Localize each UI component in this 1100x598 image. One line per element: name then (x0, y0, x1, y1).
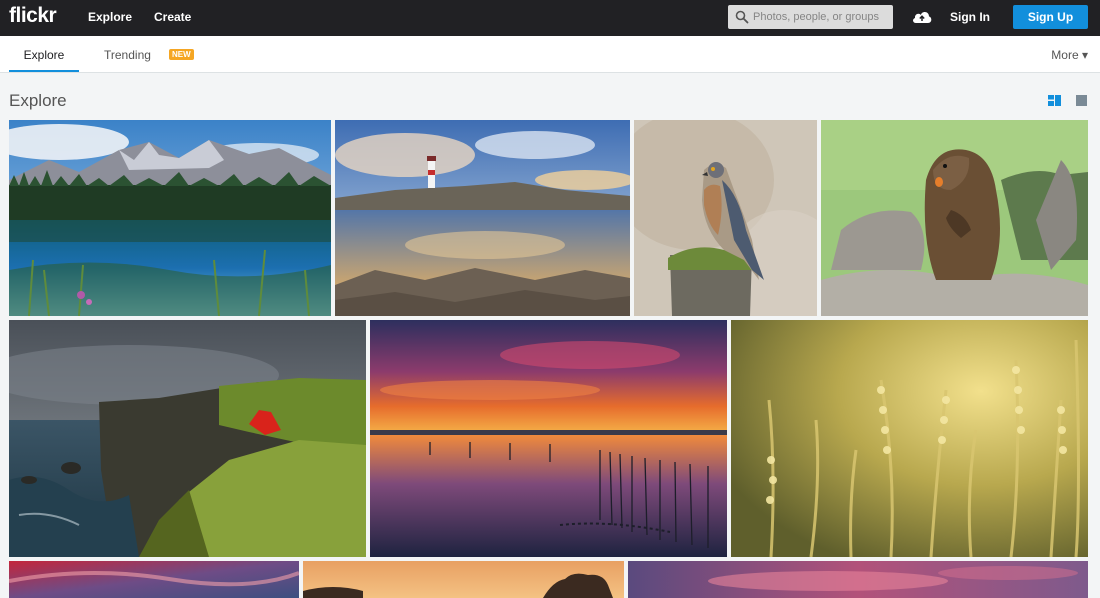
golden-grass-photo[interactable] (731, 320, 1088, 557)
tree-sunset-photo[interactable] (303, 561, 624, 598)
alpine-lake-photo[interactable] (9, 120, 331, 316)
tab-trending[interactable]: Trending (104, 48, 151, 62)
upload-cloud-icon[interactable] (911, 8, 933, 26)
more-dropdown[interactable]: More ▾ (1051, 48, 1088, 62)
sign-in-link[interactable]: Sign In (950, 10, 990, 24)
search-input[interactable] (753, 8, 888, 26)
flickr-logo[interactable]: flickr (9, 5, 57, 27)
lighthouse-coast-photo[interactable] (335, 120, 630, 316)
active-tab-indicator (9, 70, 79, 72)
page-title: Explore (9, 91, 67, 110)
hawk-on-post-photo[interactable] (634, 120, 817, 316)
justified-view-icon[interactable] (1048, 95, 1061, 106)
nutria-on-rocks-photo[interactable] (821, 120, 1088, 316)
new-badge: NEW (169, 49, 194, 60)
top-navigation-bar: flickr Explore Create Sign In Sign Up (0, 0, 1100, 36)
red-sky-photo[interactable] (9, 561, 299, 598)
nav-create-link[interactable]: Create (154, 10, 191, 24)
purple-clouds-photo[interactable] (628, 561, 1088, 598)
search-box[interactable] (728, 5, 893, 29)
tab-explore[interactable]: Explore (9, 48, 79, 62)
cliff-red-dress-photo[interactable] (9, 320, 366, 557)
sunset-lagoon-photo[interactable] (370, 320, 727, 557)
explore-subnav: Explore Trending NEW More ▾ (0, 36, 1100, 73)
search-icon (735, 10, 749, 24)
sign-up-button[interactable]: Sign Up (1013, 5, 1088, 29)
single-view-icon[interactable] (1076, 95, 1087, 106)
nav-explore-link[interactable]: Explore (88, 10, 132, 24)
